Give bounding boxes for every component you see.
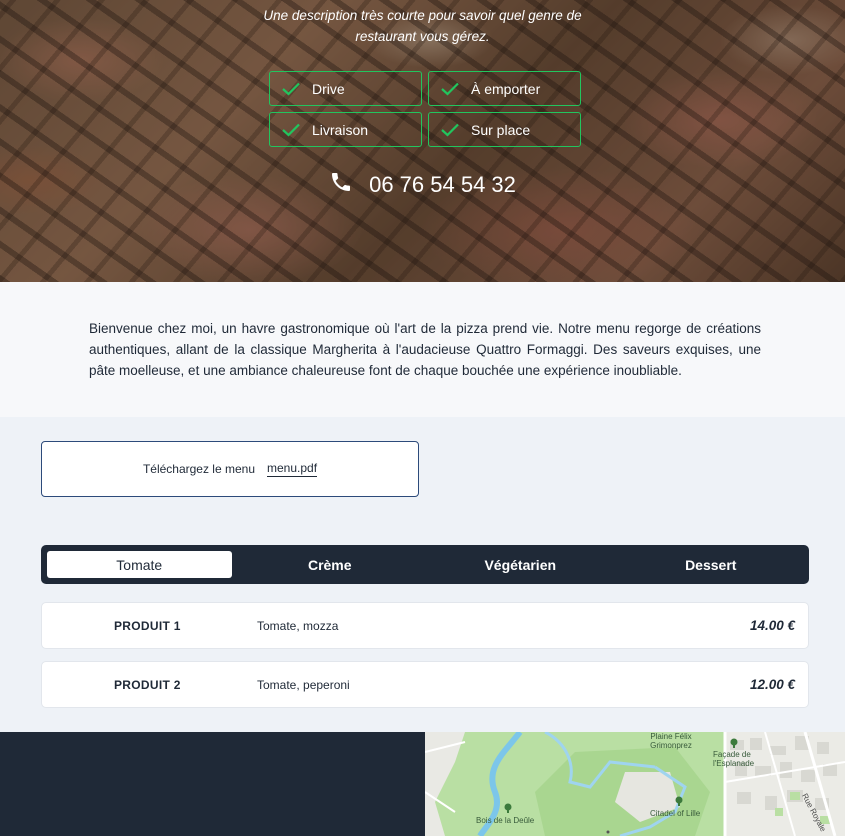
service-tag-label: Drive: [312, 80, 345, 97]
tab-tomate[interactable]: Tomate: [47, 551, 232, 578]
restaurant-tagline: Une description très courte pour savoir …: [0, 5, 845, 47]
download-label: Téléchargez le menu: [142, 462, 255, 476]
product-price: 14.00 €: [749, 618, 795, 633]
product-description: Tomate, peperoni: [257, 677, 350, 692]
map-label-facade: Façade de l'Esplanade: [713, 750, 755, 768]
phone-icon: [329, 170, 353, 200]
product-name: PRODUIT 2: [114, 677, 181, 692]
phone-number-text[interactable]: 06 76 54 54 32: [369, 172, 516, 198]
menu-pdf-link[interactable]: menu.pdf: [267, 461, 318, 477]
product-price: 12.00 €: [749, 677, 795, 692]
check-icon: [429, 82, 471, 96]
service-tags: Drive À emporter Livraison Sur place: [269, 71, 581, 147]
product-row: PRODUIT 1 Tomate, mozza 14.00 €: [41, 602, 809, 649]
check-icon: [270, 123, 312, 137]
product-description: Tomate, mozza: [257, 618, 339, 633]
service-tag-label: À emporter: [471, 80, 541, 97]
tagline-line-2: restaurant vous gérez.: [355, 29, 490, 44]
map-label-place: Plaine Félix Grimonprez: [650, 732, 692, 750]
map-label-bois: Bois de la Deûle: [476, 816, 535, 825]
service-tag-label: Sur place: [471, 121, 531, 138]
service-tag-dine-in: Sur place: [428, 112, 581, 147]
service-tag-takeaway: À emporter: [428, 71, 581, 106]
service-tag-label: Livraison: [312, 121, 369, 138]
location-map[interactable]: Plaine Félix Grimonprez Façade de l'Espl…: [425, 732, 845, 836]
product-row: PRODUIT 2 Tomate, peperoni 12.00 €: [41, 661, 809, 708]
service-tag-drive: Drive: [269, 71, 422, 106]
intro-text: Bienvenue chez moi, un havre gastronomiq…: [89, 321, 761, 378]
tab-creme[interactable]: Crème: [238, 551, 423, 578]
check-icon: [270, 82, 312, 96]
menu-download-card: Téléchargez le menu menu.pdf: [41, 441, 419, 497]
footer-panel: [0, 732, 425, 836]
tab-vegetarien[interactable]: Végétarien: [428, 551, 613, 578]
check-icon: [429, 123, 471, 137]
phone-number[interactable]: 06 76 54 54 32: [0, 170, 845, 200]
tagline-line-1: Une description très courte pour savoir …: [263, 8, 582, 23]
intro-section: Bienvenue chez moi, un havre gastronomiq…: [0, 282, 845, 417]
tab-dessert[interactable]: Dessert: [619, 551, 804, 578]
map-label-citadel: Citadel of Lille: [650, 809, 701, 818]
hero-banner: Une description très courte pour savoir …: [0, 0, 845, 282]
menu-category-tabs: Tomate Crème Végétarien Dessert: [41, 545, 809, 584]
service-tag-delivery: Livraison: [269, 112, 422, 147]
product-name: PRODUIT 1: [114, 618, 181, 633]
